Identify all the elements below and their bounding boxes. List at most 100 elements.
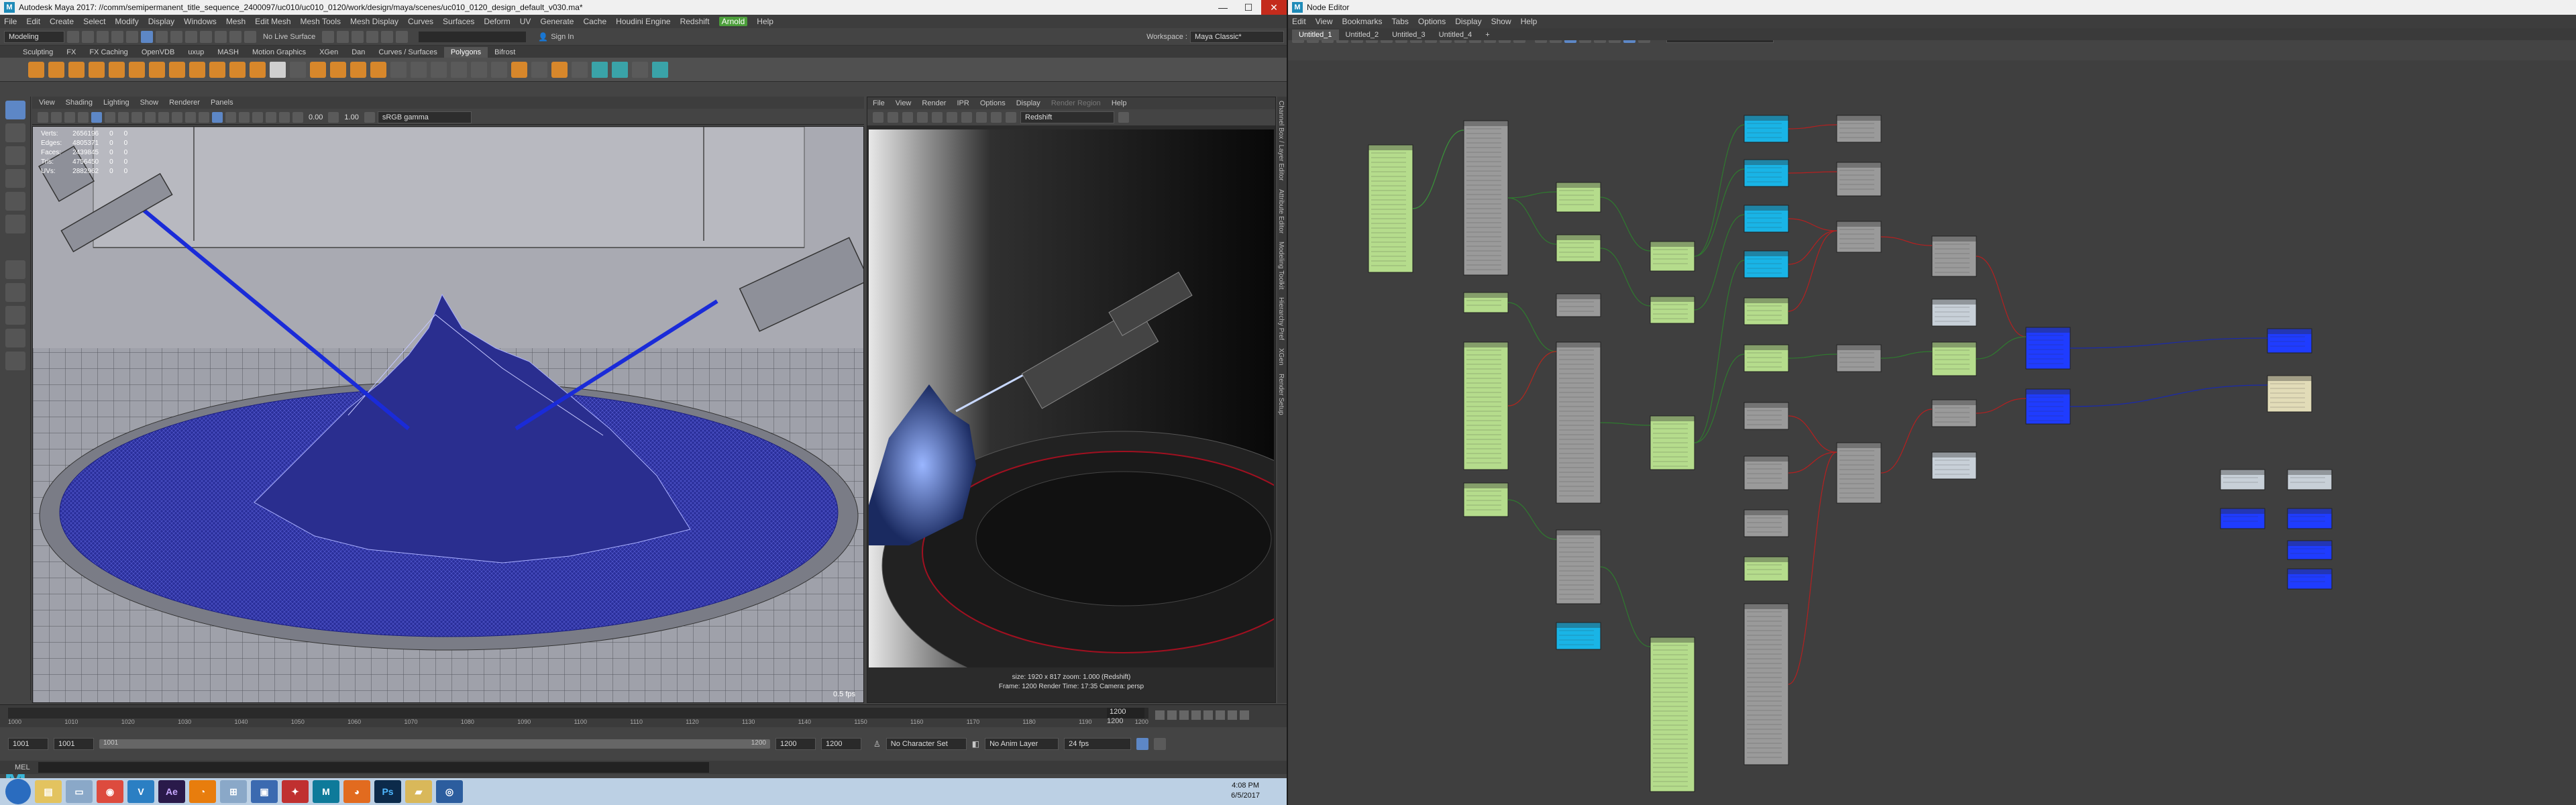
automatic-uv-icon[interactable] xyxy=(592,61,608,78)
ne-menu-edit[interactable]: Edit xyxy=(1292,17,1306,26)
node-connection[interactable] xyxy=(1507,191,1557,199)
node-connection[interactable] xyxy=(1788,230,1837,265)
fps-selector[interactable]: 24 fps xyxy=(1064,738,1132,750)
node-connection[interactable] xyxy=(1600,248,1651,307)
step-back-key-icon[interactable] xyxy=(1167,710,1177,720)
end-time-field[interactable]: 1200 xyxy=(821,738,861,750)
character-set-selector[interactable]: No Character Set xyxy=(885,738,967,750)
node-connection[interactable] xyxy=(1976,336,2027,360)
node-material[interactable] xyxy=(2025,388,2071,425)
ne-menu-tabs[interactable]: Tabs xyxy=(1392,17,1409,26)
node-connection[interactable] xyxy=(1694,168,1745,257)
new-scene-icon[interactable] xyxy=(67,30,79,43)
node-ramp[interactable] xyxy=(1836,221,1882,253)
extrude-icon[interactable] xyxy=(411,61,427,78)
node-shading-engine[interactable] xyxy=(2267,328,2312,354)
rv-menu-view[interactable]: View xyxy=(896,99,912,107)
time-slider[interactable]: 1000 1010 1020 1030 1040 1050 1060 1070 1080 1090… xyxy=(0,704,1287,727)
node-material[interactable] xyxy=(2287,508,2332,529)
menu-windows[interactable]: Windows xyxy=(184,17,217,26)
uv-icon[interactable] xyxy=(551,61,568,78)
rv-menu-render[interactable]: Render xyxy=(922,99,946,107)
hypershade-icon[interactable] xyxy=(366,30,379,43)
render-icon[interactable] xyxy=(322,30,335,43)
ne-menu-help[interactable]: Help xyxy=(1521,17,1538,26)
go-to-end-icon[interactable] xyxy=(1240,710,1249,720)
node-file[interactable] xyxy=(1743,603,1789,765)
exposure-icon[interactable] xyxy=(292,111,303,123)
arnold-icon[interactable] xyxy=(396,30,409,43)
menu-surfaces[interactable]: Surfaces xyxy=(443,17,474,26)
taskbar-photoshop-icon[interactable]: Ps xyxy=(374,780,401,803)
renderer-selector[interactable]: Redshift xyxy=(1020,111,1114,123)
paint-select-tool-icon[interactable] xyxy=(5,146,25,165)
ne-tab[interactable]: Untitled_4 xyxy=(1432,30,1479,40)
ne-menu-bookmarks[interactable]: Bookmarks xyxy=(1342,17,1382,26)
node-ramp[interactable] xyxy=(1931,399,1977,427)
snap-point-icon[interactable] xyxy=(215,30,227,43)
node-connection[interactable] xyxy=(1788,451,1837,474)
mirror-icon[interactable] xyxy=(390,61,407,78)
node-ramp[interactable] xyxy=(1836,344,1882,372)
node-place2d[interactable] xyxy=(1743,556,1789,582)
gate-mask-icon[interactable] xyxy=(239,111,250,123)
safe-title-icon[interactable] xyxy=(279,111,290,123)
ipr-render-icon[interactable] xyxy=(932,112,943,123)
save-scene-icon[interactable] xyxy=(97,30,109,43)
node-place2d[interactable] xyxy=(1463,292,1509,313)
taskbar-computer-icon[interactable]: ▭ xyxy=(66,780,93,803)
rv-menu-help[interactable]: Help xyxy=(1112,99,1127,107)
node-layered-texture[interactable] xyxy=(1556,182,1601,213)
uv-editor-icon[interactable] xyxy=(612,61,628,78)
live-surface-icon[interactable] xyxy=(244,30,256,43)
aa-icon[interactable] xyxy=(172,111,182,123)
render-settings-icon[interactable] xyxy=(352,30,364,43)
poly-sphere-icon[interactable] xyxy=(28,61,44,78)
lasso-tool-icon[interactable] xyxy=(5,123,25,142)
node-connection[interactable] xyxy=(1788,415,1837,453)
auto-key-icon[interactable] xyxy=(1136,738,1149,750)
taskbar-maya-icon[interactable]: M xyxy=(313,780,339,803)
close-button[interactable]: ✕ xyxy=(1261,0,1287,15)
render-sequence-icon[interactable] xyxy=(917,112,928,123)
menu-select[interactable]: Select xyxy=(83,17,105,26)
shelf-tab-bifrost[interactable]: Bifrost xyxy=(488,47,522,58)
node-utility[interactable] xyxy=(2287,469,2332,490)
side-tab[interactable]: Render Setup xyxy=(1277,370,1285,419)
node-ramp[interactable] xyxy=(1743,455,1789,490)
fill-hole-icon[interactable] xyxy=(511,61,527,78)
node-connection[interactable] xyxy=(1694,260,1745,443)
node-shader[interactable] xyxy=(1743,115,1789,143)
node-place2d[interactable] xyxy=(1463,341,1509,470)
play-back-icon[interactable] xyxy=(1191,710,1201,720)
rv-menu-options[interactable]: Options xyxy=(980,99,1006,107)
taskbar-explorer-icon[interactable]: ▤ xyxy=(35,780,62,803)
shelf-tab-uxup[interactable]: uxup xyxy=(181,47,211,58)
planar-map-icon[interactable] xyxy=(572,61,588,78)
poly-torus-icon[interactable] xyxy=(109,61,125,78)
menu-houdini-engine[interactable]: Houdini Engine xyxy=(616,17,670,26)
viewport-menu-view[interactable]: View xyxy=(39,99,55,107)
side-tab[interactable]: Channel Box / Layer Editor xyxy=(1277,97,1285,185)
ne-tab[interactable]: + xyxy=(1479,30,1496,40)
viewport-menu-lighting[interactable]: Lighting xyxy=(103,99,129,107)
node-place2d[interactable] xyxy=(1650,241,1695,272)
menu-uv[interactable]: UV xyxy=(520,17,531,26)
undo-icon[interactable] xyxy=(111,30,123,43)
shelf-tab-fx-caching[interactable]: FX Caching xyxy=(83,47,134,58)
taskbar-firefox-icon[interactable]: ◕ xyxy=(343,780,370,803)
node-shader[interactable] xyxy=(1743,250,1789,278)
side-tab[interactable]: Modeling Toolkit xyxy=(1277,237,1285,294)
node-connection[interactable] xyxy=(1788,218,1837,231)
select-object-icon[interactable] xyxy=(156,30,168,43)
playback-end-field[interactable]: 1200 xyxy=(775,738,816,750)
target-weld-icon[interactable] xyxy=(491,61,507,78)
remove-image-icon[interactable] xyxy=(1006,112,1016,123)
smooth-icon[interactable] xyxy=(350,61,366,78)
node-connection[interactable] xyxy=(1880,236,1933,246)
menu-generate[interactable]: Generate xyxy=(540,17,574,26)
node-ramp[interactable] xyxy=(1743,509,1789,537)
go-to-start-icon[interactable] xyxy=(1155,710,1165,720)
rotate-tool-icon[interactable] xyxy=(5,192,25,211)
open-scene-icon[interactable] xyxy=(82,30,94,43)
